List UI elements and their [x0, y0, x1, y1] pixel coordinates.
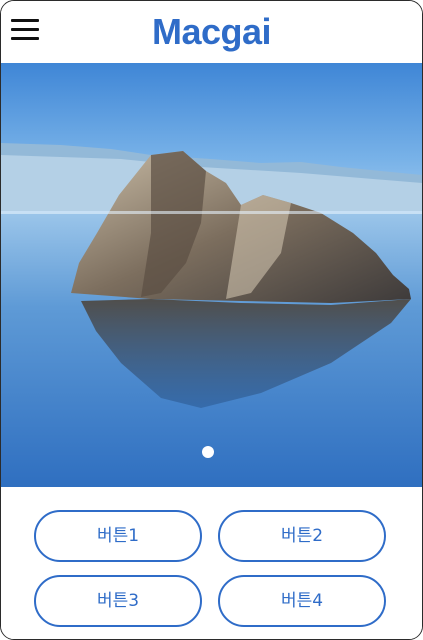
button-4[interactable]: 버튼4: [218, 575, 386, 627]
carousel-dot-active[interactable]: [202, 446, 214, 458]
button-3[interactable]: 버튼3: [34, 575, 202, 627]
button-1[interactable]: 버튼1: [34, 510, 202, 562]
app-frame: Macgai 버튼1 버튼2 버튼3 버튼4: [0, 0, 423, 640]
lake-rock-image: [1, 63, 422, 487]
button-grid: 버튼1 버튼2 버튼3 버튼4: [1, 487, 422, 639]
hero-carousel[interactable]: [1, 63, 422, 487]
header: Macgai: [1, 1, 422, 63]
brand-logo: Macgai: [151, 11, 272, 52]
button-2[interactable]: 버튼2: [218, 510, 386, 562]
